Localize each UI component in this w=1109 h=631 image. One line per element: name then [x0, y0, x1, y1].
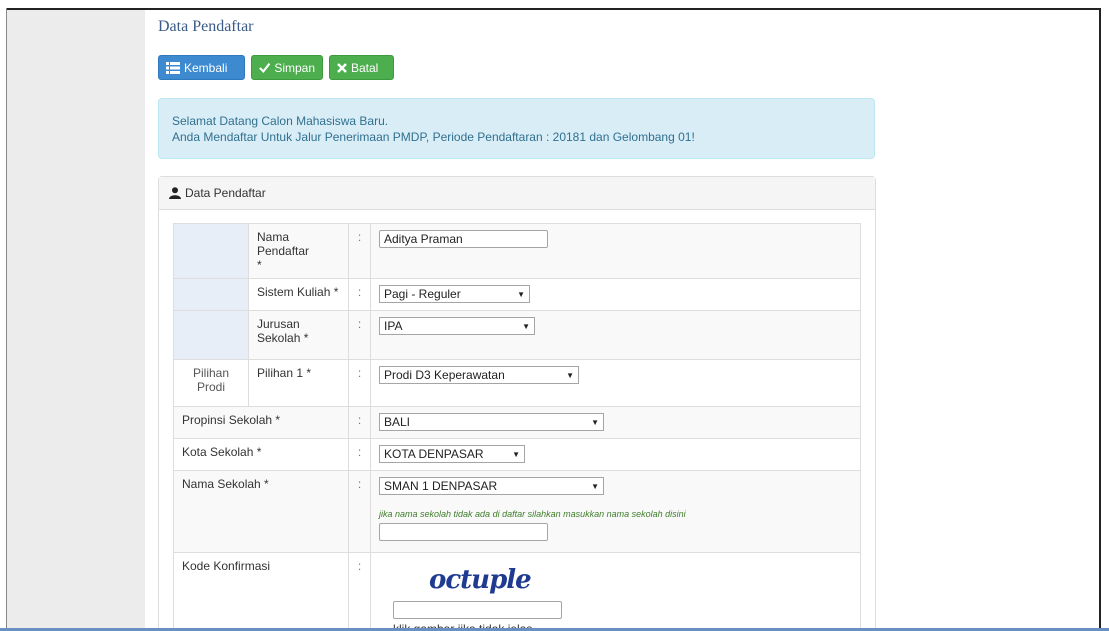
dropdown-caret-icon: ▼: [512, 449, 520, 459]
back-button[interactable]: Kembali: [158, 55, 245, 80]
dropdown-caret-icon: ▼: [522, 321, 530, 331]
sistem-cell: Pagi - Reguler ▼: [370, 278, 861, 311]
window-right-border: [1099, 8, 1109, 631]
registrant-panel: Data Pendaftar Nama Pendaftar * : Sistem…: [158, 176, 876, 631]
pilihan1-select[interactable]: Prodi D3 Keperawatan ▼: [379, 366, 579, 384]
registration-form: Nama Pendaftar * : Sistem Kuliah * : Pag…: [173, 223, 861, 631]
nama-label-text: Nama Pendaftar: [257, 230, 310, 258]
row-sistem: Sistem Kuliah * : Pagi - Reguler ▼: [173, 278, 861, 311]
list-icon: [166, 61, 180, 74]
pilihan1-label: Pilihan 1 *: [248, 359, 349, 407]
panel-heading: Data Pendaftar: [159, 177, 875, 210]
sekolah-hint: jika nama sekolah tidak ada di daftar si…: [379, 509, 686, 519]
dropdown-caret-icon: ▼: [591, 417, 599, 427]
separator: :: [348, 310, 371, 360]
kode-cell: octuple klik gambar jika tidak jelas: [370, 552, 861, 631]
close-icon: [337, 62, 347, 73]
separator: :: [348, 438, 371, 471]
row-kode: Kode Konfirmasi : octuple klik gambar ji…: [173, 552, 861, 631]
kota-selected: KOTA DENPASAR: [384, 447, 484, 461]
back-button-label: Kembali: [184, 60, 228, 75]
window-top-border: [0, 0, 1109, 10]
pilihan1-cell: Prodi D3 Keperawatan ▼: [370, 359, 861, 407]
jurusan-cell: IPA ▼: [370, 310, 861, 360]
check-icon: [259, 62, 271, 73]
save-button-label: Simpan: [274, 60, 315, 75]
kota-cell: KOTA DENPASAR ▼: [370, 438, 861, 471]
sekolah-select[interactable]: SMAN 1 DENPASAR ▼: [379, 477, 604, 495]
sistem-select[interactable]: Pagi - Reguler ▼: [379, 285, 530, 303]
window-left-border: [0, 8, 7, 631]
propinsi-selected: BALI: [384, 415, 411, 429]
separator: :: [348, 470, 371, 553]
pilihan1-selected: Prodi D3 Keperawatan: [384, 368, 505, 382]
separator: :: [348, 223, 371, 279]
separator: :: [348, 359, 371, 407]
user-icon: [169, 187, 181, 199]
dropdown-caret-icon: ▼: [591, 481, 599, 491]
jurusan-selected: IPA: [384, 319, 403, 333]
row-kota: Kota Sekolah * : KOTA DENPASAR ▼: [173, 438, 861, 471]
sidebar: [7, 10, 145, 631]
sistem-selected: Pagi - Reguler: [384, 287, 461, 301]
dropdown-caret-icon: ▼: [517, 289, 525, 299]
dropdown-caret-icon: ▼: [566, 370, 574, 380]
row-jurusan: Jurusan Sekolah * : IPA ▼: [173, 310, 861, 360]
nama-input[interactable]: [379, 230, 548, 248]
separator: :: [348, 552, 371, 631]
nama-label: Nama Pendaftar *: [248, 223, 349, 279]
row-sekolah: Nama Sekolah * : SMAN 1 DENPASAR ▼ jika …: [173, 470, 861, 553]
main-content: Data Pendaftar Kembali Simpan Batal Sela…: [145, 10, 1099, 631]
row-nama: Nama Pendaftar * :: [173, 223, 861, 279]
alert-line-1: Selamat Datang Calon Mahasiswa Baru.: [172, 114, 389, 128]
blank-cell: [173, 223, 249, 279]
nama-cell: [370, 223, 861, 279]
save-button[interactable]: Simpan: [251, 55, 323, 80]
pilihan-prodi-label: Pilihan Prodi: [173, 359, 249, 407]
cancel-button-label: Batal: [351, 60, 379, 75]
row-pilihan: Pilihan Prodi Pilihan 1 * : Prodi D3 Kep…: [173, 359, 861, 407]
sekolah-cell: SMAN 1 DENPASAR ▼ jika nama sekolah tida…: [370, 470, 861, 553]
kota-label: Kota Sekolah *: [173, 438, 349, 471]
propinsi-label: Propinsi Sekolah *: [173, 406, 349, 439]
separator: :: [348, 278, 371, 311]
kota-select[interactable]: KOTA DENPASAR ▼: [379, 445, 525, 463]
propinsi-select[interactable]: BALI ▼: [379, 413, 604, 431]
jurusan-label: Jurusan Sekolah *: [248, 310, 349, 360]
page-title: Data Pendaftar: [158, 18, 254, 35]
captcha-input[interactable]: [393, 601, 562, 619]
required-star: *: [257, 258, 262, 272]
sistem-label: Sistem Kuliah *: [248, 278, 349, 311]
sekolah-label: Nama Sekolah *: [173, 470, 349, 553]
info-alert: Selamat Datang Calon Mahasiswa Baru. And…: [158, 98, 875, 159]
sekolah-other-input[interactable]: [379, 523, 548, 541]
alert-line-2: Anda Mendaftar Untuk Jalur Penerimaan PM…: [172, 130, 695, 144]
cancel-button[interactable]: Batal: [329, 55, 394, 80]
captcha-image[interactable]: octuple: [429, 565, 852, 595]
blank-cell: [173, 310, 249, 360]
jurusan-select[interactable]: IPA ▼: [379, 317, 535, 335]
propinsi-cell: BALI ▼: [370, 406, 861, 439]
row-propinsi: Propinsi Sekolah * : BALI ▼: [173, 406, 861, 439]
kode-label: Kode Konfirmasi: [173, 552, 349, 631]
sekolah-selected: SMAN 1 DENPASAR: [384, 479, 498, 493]
blank-cell: [173, 278, 249, 311]
separator: :: [348, 406, 371, 439]
panel-title: Data Pendaftar: [185, 186, 266, 200]
